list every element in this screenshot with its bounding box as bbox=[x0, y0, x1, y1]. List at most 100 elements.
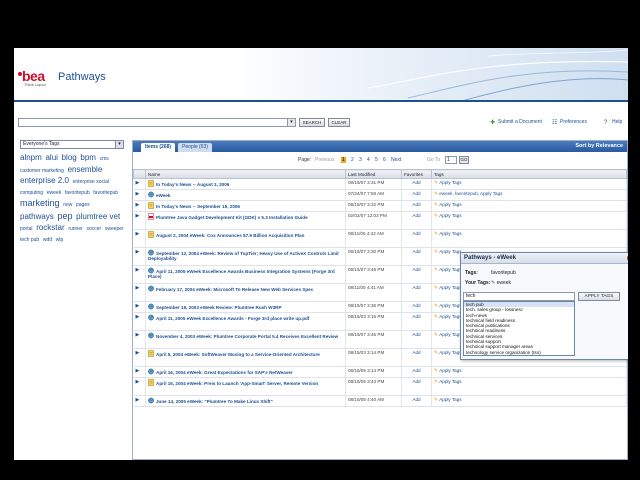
row-title-link[interactable]: April 11, 2005 eWeek Excellence Awards B… bbox=[148, 269, 335, 279]
tag-cloud-item[interactable]: bpm bbox=[80, 153, 96, 162]
add-favorite-link[interactable]: Add bbox=[401, 366, 432, 378]
row-title-link[interactable]: April 11, 2005 eWeek Excellence Awards -… bbox=[156, 316, 309, 321]
row-title-link[interactable]: June 14, 2005 eWeek: "Plumtree To Make L… bbox=[156, 399, 273, 404]
tag-cloud-item[interactable]: tech pub bbox=[20, 237, 39, 243]
row-title-link[interactable]: April 16, 2004 eWeek: Preis to Launch 'A… bbox=[156, 381, 318, 386]
add-favorite-link[interactable]: Add bbox=[401, 247, 432, 266]
row-tags-cell[interactable]: ✎Apply Tags bbox=[431, 229, 627, 248]
search-input[interactable] bbox=[18, 118, 288, 127]
row-expand-arrow[interactable]: ▶ bbox=[133, 283, 146, 302]
tag-cloud-item[interactable]: pep bbox=[57, 211, 72, 221]
row-title-link[interactable]: In Today's News -- August 2, 2006 bbox=[156, 182, 229, 187]
tag-cloud-item[interactable]: marketing bbox=[20, 198, 60, 208]
row-title-link[interactable]: September 19, 2003 eWeek Review: Plumtre… bbox=[156, 305, 282, 310]
tag-cloud-item[interactable]: portal bbox=[20, 226, 33, 232]
tag-cloud-item[interactable]: pages bbox=[76, 202, 90, 208]
row-tags-cell[interactable]: ✎Apply Tags bbox=[431, 178, 627, 190]
tab-items[interactable]: Items (268) bbox=[141, 143, 175, 152]
row-tags-cell[interactable]: ✎Apply Tags bbox=[431, 211, 627, 230]
pager-page-1[interactable]: 1 bbox=[341, 157, 346, 163]
add-favorite-link[interactable]: Add bbox=[401, 395, 432, 407]
tag-cloud-item[interactable]: pathways bbox=[20, 212, 54, 221]
go-button[interactable]: GO bbox=[459, 156, 469, 164]
header-tags[interactable]: Tags bbox=[431, 169, 627, 179]
clear-button[interactable]: CLEAR bbox=[328, 118, 350, 127]
row-title-link[interactable]: eWeek bbox=[156, 193, 170, 198]
tag-cloud-item[interactable]: runner bbox=[68, 226, 82, 232]
table-row[interactable]: ▶ April 16, 2004 eWeek: Great Expectation… bbox=[133, 366, 627, 378]
tag-cloud-item[interactable]: ensemble bbox=[68, 165, 103, 174]
pager-next[interactable]: Next bbox=[391, 157, 401, 163]
row-expand-arrow[interactable]: ▶ bbox=[133, 330, 146, 349]
add-favorite-link[interactable]: Add bbox=[401, 189, 432, 201]
add-favorite-link[interactable]: Add bbox=[401, 330, 432, 349]
search-button[interactable]: SEARCH bbox=[299, 118, 325, 127]
row-title-link[interactable]: August 2, 2004 eWeek: Cox Announces $7.9… bbox=[156, 233, 304, 238]
tag-cloud-item[interactable]: eweek bbox=[47, 190, 61, 196]
tag-cloud-item[interactable]: cms bbox=[100, 156, 109, 162]
header-favorites[interactable]: Favorites bbox=[401, 169, 432, 179]
row-tags-cell[interactable]: ✎Apply Tags bbox=[431, 377, 627, 396]
row-expand-arrow[interactable]: ▶ bbox=[133, 229, 146, 248]
row-title-link[interactable]: November 4, 2003 eWeek: Plumtree Corpora… bbox=[156, 334, 338, 339]
row-title-link[interactable]: April 16, 2004 eWeek: Great Expectations… bbox=[156, 370, 293, 375]
tab-people[interactable]: People (63) bbox=[178, 143, 212, 152]
tag-cloud-item[interactable]: sweeper bbox=[105, 226, 124, 232]
add-favorite-link[interactable]: Add bbox=[401, 178, 432, 190]
pager-page-4[interactable]: 4 bbox=[367, 157, 370, 163]
tag-cloud-item[interactable]: plumtree vet bbox=[76, 212, 120, 221]
row-expand-arrow[interactable]: ▶ bbox=[133, 265, 146, 284]
close-icon[interactable]: × bbox=[627, 254, 628, 262]
apply-tags-button[interactable]: APPLY TAGS bbox=[578, 292, 620, 301]
pager-page-3[interactable]: 3 bbox=[359, 157, 362, 163]
table-row[interactable]: ▶ In Today's News -- September 19, 2006 08… bbox=[133, 200, 627, 212]
tag-cloud-item[interactable]: rockstar bbox=[36, 223, 64, 232]
tag-cloud-item[interactable]: wdd bbox=[43, 237, 52, 243]
add-favorite-link[interactable]: Add bbox=[401, 283, 432, 302]
add-favorite-link[interactable]: Add bbox=[401, 200, 432, 212]
suggestion-item[interactable]: technology service organization (tso) bbox=[464, 350, 574, 355]
search-scope-dropdown[interactable]: ▾ bbox=[287, 118, 296, 127]
row-title-link[interactable]: April 5, 2004 eWeek: SoftWeaver Moving t… bbox=[156, 352, 320, 357]
add-favorite-link[interactable]: Add bbox=[401, 265, 432, 284]
tag-cloud-item[interactable]: computing bbox=[20, 190, 43, 196]
header-last-modified[interactable]: Last Modified bbox=[345, 169, 402, 179]
tag-cloud-item[interactable]: alnpm bbox=[20, 153, 42, 162]
table-row[interactable]: ▶ eWeek 07/24/07 7:58 AM Add ✎eweek, favorit… bbox=[133, 189, 627, 201]
row-tags-cell[interactable]: ✎eweek, favoritepub, Apply Tags bbox=[431, 189, 627, 201]
pager-page-5[interactable]: 5 bbox=[375, 157, 378, 163]
tag-filter-select[interactable]: Everyone's Tags ▾ bbox=[20, 140, 124, 149]
tag-input[interactable]: tech bbox=[463, 292, 575, 301]
table-row[interactable]: ▶ April 16, 2004 eWeek: Preis to Launch '… bbox=[133, 377, 627, 396]
tag-cloud-item[interactable]: soccer bbox=[86, 226, 101, 232]
pager-previous[interactable]: Previous bbox=[315, 157, 334, 163]
row-tags-cell[interactable]: ✎Apply Tags bbox=[431, 200, 627, 212]
row-expand-arrow[interactable]: ▶ bbox=[133, 395, 146, 407]
tag-cloud-item[interactable]: customer marketing bbox=[20, 168, 64, 174]
table-row[interactable]: ▶ In Today's News -- August 2, 2006 08/15/… bbox=[133, 178, 627, 190]
tag-cloud-item[interactable]: new bbox=[63, 202, 72, 208]
header-name[interactable]: Name bbox=[145, 169, 346, 179]
row-tags-cell[interactable]: ✎Apply Tags bbox=[431, 366, 627, 378]
row-expand-arrow[interactable]: ▶ bbox=[133, 189, 146, 201]
preferences-link[interactable]: ☷ Preferences bbox=[552, 119, 587, 126]
table-row[interactable]: ▶ Plumtree Java Gadget Development Kit (G… bbox=[133, 211, 627, 230]
pager-page-6[interactable]: 6 bbox=[383, 157, 386, 163]
add-favorite-link[interactable]: Add bbox=[401, 211, 432, 230]
row-expand-arrow[interactable]: ▶ bbox=[133, 301, 146, 313]
tag-cloud-item[interactable]: enterprise 2.0 bbox=[20, 176, 69, 185]
table-row[interactable]: ▶ August 2, 2004 eWeek: Cox Announces $7.… bbox=[133, 229, 627, 248]
tag-cloud-item[interactable]: favoritepub bbox=[65, 190, 90, 196]
row-expand-arrow[interactable]: ▶ bbox=[133, 200, 146, 212]
row-title-link[interactable]: In Today's News -- September 19, 2006 bbox=[156, 204, 240, 209]
row-title-link[interactable]: Plumtree Java Gadget Development Kit (GD… bbox=[156, 215, 308, 220]
row-expand-arrow[interactable]: ▶ bbox=[133, 377, 146, 396]
tag-cloud-item[interactable]: wlp bbox=[56, 237, 64, 243]
row-expand-arrow[interactable]: ▶ bbox=[133, 178, 146, 190]
row-title-link[interactable]: September 12, 2004 eWeek: Review of TopT… bbox=[148, 251, 339, 261]
goto-page-input[interactable]: 1 bbox=[445, 156, 457, 164]
add-favorite-link[interactable]: Add bbox=[401, 348, 432, 367]
tag-cloud-item[interactable]: favoritepub bbox=[93, 190, 118, 196]
add-favorite-link[interactable]: Add bbox=[401, 301, 432, 313]
add-favorite-link[interactable]: Add bbox=[401, 229, 432, 248]
